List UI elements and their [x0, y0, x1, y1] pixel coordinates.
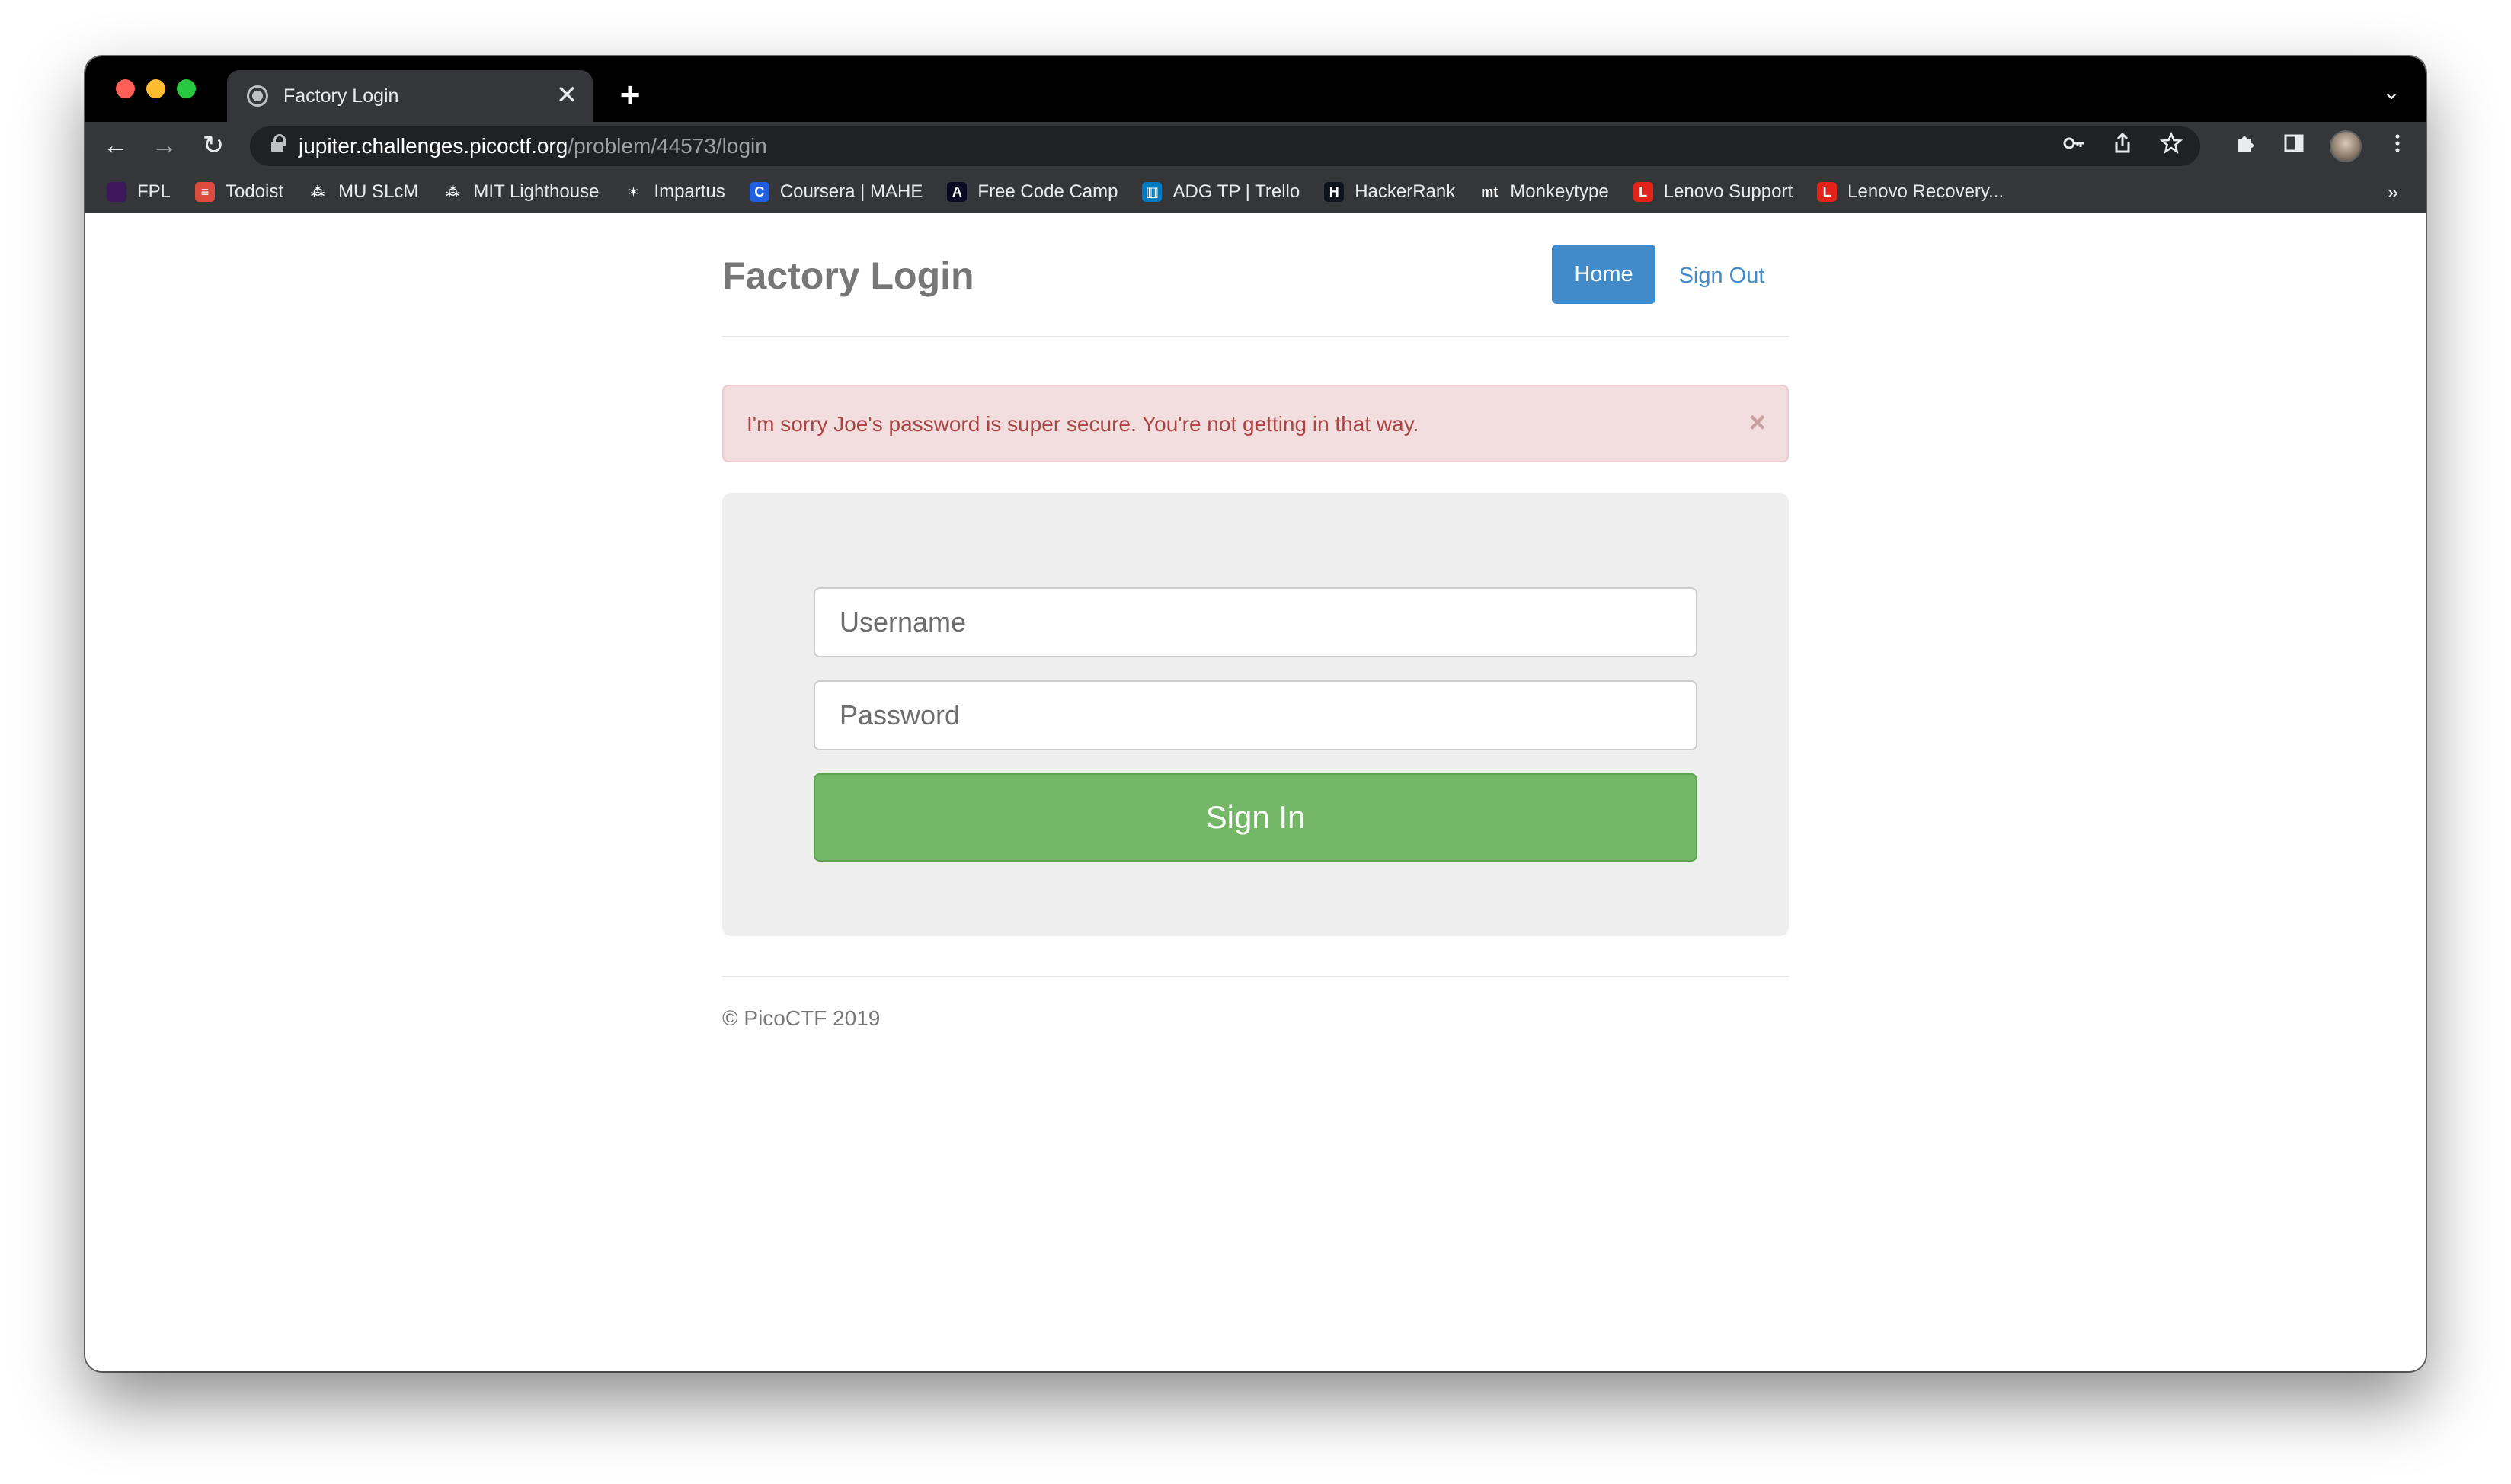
lock-icon[interactable] [271, 134, 286, 154]
bookmarks-bar: FPL ≡ Todoist ⁂ MU SLcM ⁂ MIT Lighthouse ✶ Impar… [85, 171, 2426, 213]
back-button[interactable]: ← [98, 128, 134, 165]
browser-window: Factory Login ✕ + ⌄ ← → ↻ jupiter.challe… [85, 56, 2426, 1371]
globe-icon [247, 85, 268, 107]
bookmark-label: Free Code Camp [977, 181, 1118, 202]
bookmark-favicon-icon: ≡ [195, 181, 216, 202]
star-icon[interactable] [2158, 131, 2185, 161]
bookmark-favicon-icon: A [947, 181, 968, 202]
sign-out-link[interactable]: Sign Out [1668, 245, 1775, 304]
tab-title: Factory Login [283, 85, 399, 107]
bookmark-item[interactable]: FPL [107, 181, 171, 203]
bookmark-label: Impartus [654, 181, 725, 202]
bookmarks-overflow-button[interactable]: » [2388, 171, 2398, 213]
bookmark-favicon-icon: mt [1479, 181, 1500, 202]
error-alert: I'm sorry Joe's password is super secure… [722, 385, 1789, 462]
url-text[interactable]: jupiter.challenges.picoctf.org/problem/4… [299, 134, 767, 158]
bookmark-favicon-icon: ▥ [1142, 181, 1163, 202]
login-panel: Sign In [722, 493, 1789, 936]
bookmark-label: Coursera | MAHE [779, 181, 923, 202]
bookmark-item[interactable]: ⁂ MIT Lighthouse [443, 181, 599, 203]
bookmark-label: MIT Lighthouse [473, 181, 600, 202]
bookmark-item[interactable]: ≡ Todoist [195, 181, 283, 203]
bookmark-item[interactable]: mt Monkeytype [1479, 181, 1609, 203]
password-input[interactable] [814, 680, 1697, 750]
bookmark-label: MU SLcM [338, 181, 419, 202]
key-icon[interactable] [2060, 132, 2087, 161]
url-host: jupiter.challenges.picoctf.org [299, 134, 568, 158]
reload-button[interactable]: ↻ [195, 128, 232, 165]
toolbar-actions [2232, 128, 2410, 165]
bookmark-favicon-icon: ⁂ [308, 181, 328, 202]
puzzle-icon[interactable] [2232, 132, 2258, 161]
alert-message: I'm sorry Joe's password is super secure… [747, 412, 1419, 436]
bookmark-label: Todoist [226, 181, 284, 202]
bookmark-item[interactable]: ✶ Impartus [623, 181, 725, 203]
new-tab-button[interactable]: + [611, 76, 649, 114]
sign-in-button[interactable]: Sign In [814, 773, 1697, 862]
bookmark-label: ADG TP | Trello [1172, 181, 1300, 202]
browser-toolbar: ← → ↻ jupiter.challenges.picoctf.org/pro… [85, 122, 2426, 171]
tab-search-icon[interactable]: ⌄ [2378, 79, 2404, 105]
bookmark-label: HackerRank [1355, 181, 1456, 202]
bookmark-favicon-icon: C [749, 181, 769, 202]
browser-tab[interactable]: Factory Login ✕ [227, 70, 593, 122]
avatar[interactable] [2330, 130, 2362, 162]
sidebar-icon[interactable] [2281, 132, 2307, 161]
kebab-menu-icon[interactable] [2385, 132, 2410, 161]
bookmark-label: Lenovo Support [1663, 181, 1793, 202]
bookmark-favicon-icon [107, 181, 126, 202]
page-header: Factory Login Home Sign Out [722, 214, 1789, 337]
footer-copyright: © PicoCTF 2019 [722, 1006, 881, 1030]
bookmark-label: Lenovo Recovery... [1847, 181, 2004, 202]
close-window-button[interactable] [116, 79, 135, 98]
minimize-window-button[interactable] [146, 79, 165, 98]
share-icon[interactable] [2109, 132, 2136, 161]
page-viewport: Factory Login Home Sign Out I'm sorry Jo… [85, 214, 2426, 1371]
tab-strip: Factory Login ✕ + ⌄ [85, 56, 2426, 122]
alert-close-icon[interactable]: × [1749, 408, 1766, 438]
bookmark-item[interactable]: ▥ ADG TP | Trello [1142, 181, 1300, 203]
bookmark-favicon-icon: H [1324, 181, 1345, 202]
bookmark-item[interactable]: L Lenovo Recovery... [1817, 181, 2004, 203]
bookmark-favicon-icon: ⁂ [443, 181, 463, 202]
bookmark-label: Monkeytype [1510, 181, 1609, 202]
bookmark-item[interactable]: A Free Code Camp [947, 181, 1118, 203]
bookmark-item[interactable]: ⁂ MU SLcM [308, 181, 418, 203]
bookmark-label: FPL [137, 181, 171, 202]
forward-button[interactable]: → [146, 128, 183, 165]
bookmark-item[interactable]: L Lenovo Support [1633, 181, 1793, 203]
bookmark-item[interactable]: H HackerRank [1324, 181, 1455, 203]
tab-close-icon[interactable]: ✕ [552, 81, 582, 111]
bookmark-favicon-icon: ✶ [623, 181, 644, 202]
home-button[interactable]: Home [1552, 245, 1655, 304]
omnibox-actions [2060, 126, 2185, 166]
url-path: /problem/44573/login [568, 134, 767, 158]
bookmark-item[interactable]: C Coursera | MAHE [749, 181, 923, 203]
bookmark-favicon-icon: L [1817, 181, 1838, 202]
footer-divider [722, 976, 1789, 977]
username-input[interactable] [814, 587, 1697, 657]
page-title: Factory Login [722, 254, 974, 297]
address-bar[interactable]: jupiter.challenges.picoctf.org/problem/4… [250, 126, 2200, 166]
bookmark-favicon-icon: L [1633, 181, 1653, 202]
maximize-window-button[interactable] [177, 79, 196, 98]
